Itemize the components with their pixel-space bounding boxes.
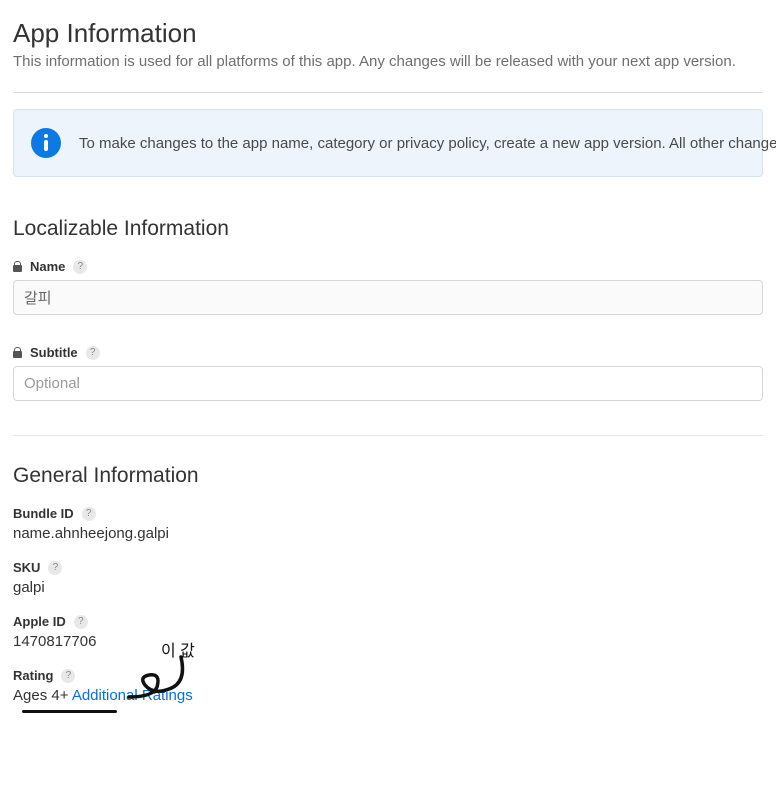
sku-label: SKU [13,560,40,575]
rating-value-row: Ages 4+ Additional Ratings [13,687,763,704]
lock-icon [13,261,22,272]
apple-id-label: Apple ID [13,614,66,629]
sku-value: galpi [13,579,763,596]
name-input[interactable] [13,280,763,315]
bundle-id-label: Bundle ID [13,506,74,521]
name-label: Name [30,259,65,274]
help-icon[interactable]: ? [48,561,62,575]
rating-value: Ages 4+ [13,687,68,704]
page-subtitle: This information is used for all platfor… [13,53,763,70]
subtitle-label: Subtitle [30,345,78,360]
lock-icon [13,347,22,358]
help-icon[interactable]: ? [73,260,87,274]
help-icon[interactable]: ? [74,615,88,629]
additional-ratings-link[interactable]: Additional Ratings [72,687,193,704]
help-icon[interactable]: ? [82,507,96,521]
info-icon [31,128,61,158]
bundle-id-row: Bundle ID ? name.ahnheejong.galpi [13,506,763,542]
localizable-section-title: Localizable Information [13,217,763,241]
apple-id-row: Apple ID ? 1470817706 [13,614,763,650]
divider [13,92,763,93]
name-field-block: Name ? [13,259,763,315]
help-icon[interactable]: ? [61,669,75,683]
bundle-id-value: name.ahnheejong.galpi [13,525,763,542]
apple-id-value: 1470817706 [13,633,763,650]
page-title: App Information [13,18,763,49]
general-section-title: General Information [13,464,763,488]
subtitle-input[interactable] [13,366,763,401]
info-banner-text: To make changes to the app name, categor… [79,135,776,152]
underline-annotation [22,710,117,713]
rating-label: Rating [13,668,53,683]
info-banner: To make changes to the app name, categor… [13,109,763,177]
rating-row: Rating ? Ages 4+ Additional Ratings [13,668,763,704]
subtitle-field-block: Subtitle ? [13,345,763,401]
divider [13,435,763,436]
help-icon[interactable]: ? [86,346,100,360]
sku-row: SKU ? galpi [13,560,763,596]
